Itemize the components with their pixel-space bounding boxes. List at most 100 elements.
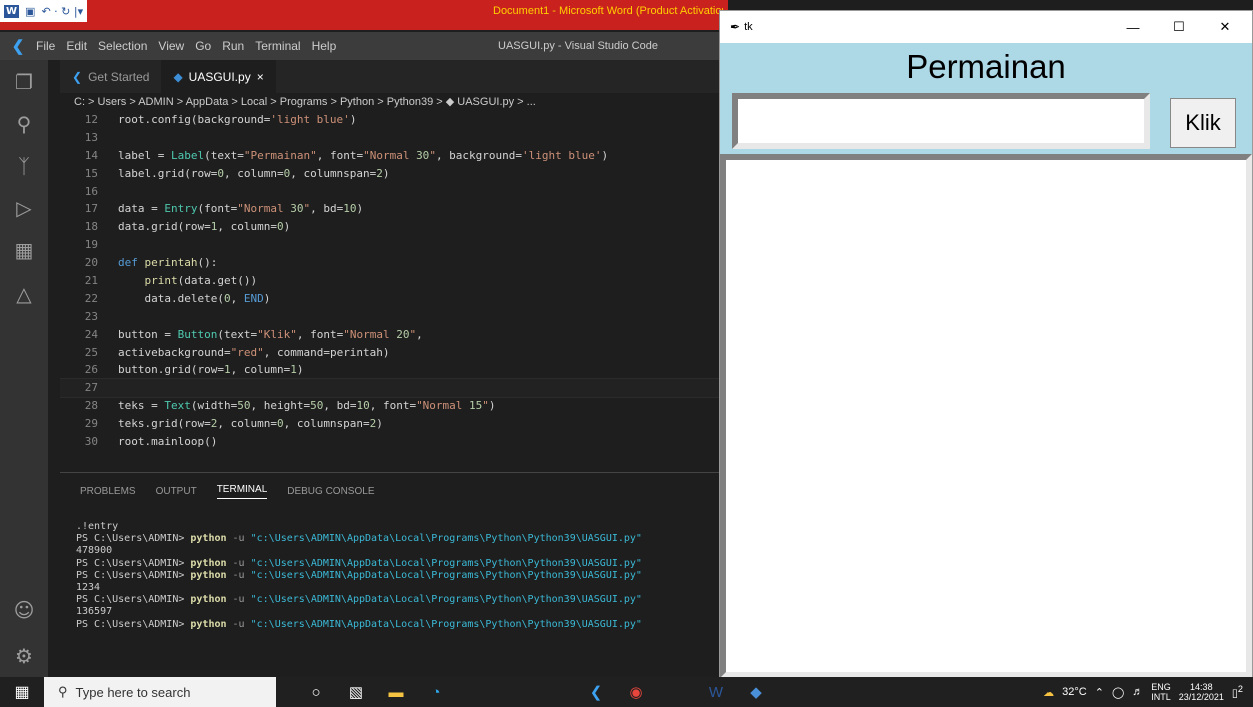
terminal-line: .!entry: [76, 521, 119, 532]
vscode-small-icon: ❮: [72, 69, 83, 84]
line-code: data.grid(row=1, column=0): [118, 220, 291, 234]
code-line[interactable]: 13: [60, 129, 728, 147]
panel-tab-problems[interactable]: PROBLEMS: [80, 486, 136, 497]
menu-view[interactable]: View: [158, 39, 184, 53]
extensions-icon[interactable]: ▦: [0, 228, 48, 272]
code-line[interactable]: 20 def perintah():: [60, 254, 728, 272]
code-line[interactable]: 30 root.mainloop(): [60, 433, 728, 451]
testing-icon[interactable]: △: [0, 272, 48, 316]
python-taskbar-icon[interactable]: ◆: [736, 683, 776, 701]
line-number: 30: [84, 435, 98, 449]
code-line[interactable]: 15 label.grid(row=0, column=0, columnspan…: [60, 165, 728, 183]
line-number: 24: [84, 327, 98, 341]
code-line[interactable]: 26 button.grid(row=1, column=1): [60, 361, 728, 379]
taskbar-search-input[interactable]: ⚲ Type here to search: [44, 677, 276, 707]
tab-uasgui-label: UASGUI.py: [188, 69, 251, 84]
line-number: 13: [84, 130, 98, 144]
clock-time: 14:38: [1190, 682, 1213, 692]
line-code: label.grid(row=0, column=0, columnspan=2…: [118, 166, 390, 180]
code-line[interactable]: 22 data.delete(0, END): [60, 290, 728, 308]
menu-terminal[interactable]: Terminal: [255, 39, 300, 53]
code-line[interactable]: 17 data = Entry(font="Normal 30", bd=10): [60, 200, 728, 218]
word-icon: W: [4, 4, 20, 18]
code-line[interactable]: 21 print(data.get()): [60, 272, 728, 290]
tk-feather-icon: ✒: [730, 20, 741, 34]
tk-text-area[interactable]: [720, 154, 1252, 678]
code-line[interactable]: 12 root.config(background='light blue'): [60, 111, 728, 129]
word-quick-access-toolbar[interactable]: W ▣ ↶ · ↻ |▾: [0, 0, 88, 22]
volume-icon[interactable]: ♬: [1132, 686, 1143, 698]
task-view-icon[interactable]: ▧: [336, 683, 376, 701]
tk-body: Permainan Klik: [720, 43, 1252, 678]
account-icon[interactable]: ☺: [0, 588, 48, 632]
clock[interactable]: 14:38 23/12/2021: [1179, 682, 1224, 702]
word-titlebar: W ▣ ↶ · ↻ |▾ Document1 - Microsoft Word …: [0, 0, 728, 30]
line-code: button = Button(text="Klik", font="Norma…: [118, 327, 423, 341]
network-icon[interactable]: ◯: [1112, 686, 1124, 699]
code-line[interactable]: 16: [60, 183, 728, 201]
line-number: 26: [84, 363, 98, 377]
tk-window: ✒ tk — ☐ ✕ Permainan Klik: [719, 10, 1253, 678]
code-line[interactable]: 27: [60, 378, 728, 399]
file-explorer-icon[interactable]: ▬: [376, 684, 416, 701]
tk-entry-input[interactable]: [732, 93, 1150, 149]
line-code: label = Label(text="Permainan", font="No…: [118, 148, 609, 162]
panel-tab-output[interactable]: OUTPUT: [156, 486, 197, 497]
menu-help[interactable]: Help: [312, 39, 337, 53]
terminal-output[interactable]: .!entry PS C:\Users\ADMIN> python -u "c:\…: [60, 509, 728, 631]
panel-tabs: PROBLEMS OUTPUT TERMINAL DEBUG CONSOLE: [60, 473, 728, 509]
run-debug-icon[interactable]: ▷: [0, 186, 48, 230]
source-control-icon[interactable]: ᛉ: [0, 144, 48, 188]
terminal-line: PS C:\Users\ADMIN> python -u "c:\Users\A…: [76, 557, 642, 569]
tab-get-started[interactable]: ❮ Get Started: [60, 60, 161, 93]
chrome-icon[interactable]: ◉: [616, 683, 656, 701]
bottom-panel: PROBLEMS OUTPUT TERMINAL DEBUG CONSOLE .…: [60, 472, 728, 677]
line-number: 12: [84, 113, 98, 126]
line-code: data.delete(0, END): [118, 291, 271, 305]
code-line[interactable]: 23: [60, 308, 728, 326]
search-icon[interactable]: ⚲: [0, 102, 48, 146]
code-line[interactable]: 19: [60, 236, 728, 254]
settings-gear-icon[interactable]: ⚙: [0, 634, 48, 678]
save-icon[interactable]: ▣: [25, 5, 35, 18]
edge-icon[interactable]: ◔: [416, 684, 456, 701]
terminal-line: PS C:\Users\ADMIN> python -u "c:\Users\A…: [76, 533, 642, 545]
cortana-icon[interactable]: ○: [296, 684, 336, 701]
menu-selection[interactable]: Selection: [98, 39, 147, 53]
menu-run[interactable]: Run: [222, 39, 244, 53]
menu-file[interactable]: File: [36, 39, 55, 53]
vscode-taskbar-icon[interactable]: ❮: [576, 683, 616, 701]
code-line[interactable]: 14 label = Label(text="Permainan", font="…: [60, 147, 728, 165]
line-code: data = Entry(font="Normal 30", bd=10): [118, 202, 364, 216]
word-taskbar-icon[interactable]: W: [696, 684, 736, 701]
tab-uasgui[interactable]: ◆ UASGUI.py ×: [161, 60, 276, 93]
vscode-titlebar: ❮ File Edit Selection View Go Run Termin…: [0, 32, 728, 60]
code-line[interactable]: 29 teks.grid(row=2, column=0, columnspan=…: [60, 415, 728, 433]
windows-start-icon[interactable]: ▦: [0, 682, 44, 702]
code-editor[interactable]: 12 root.config(background='light blue') 13…: [60, 111, 728, 471]
language-indicator[interactable]: ENG INTL: [1151, 682, 1171, 702]
minimize-icon[interactable]: —: [1110, 11, 1156, 43]
close-window-icon[interactable]: ✕: [1202, 11, 1248, 43]
show-hidden-icon[interactable]: ⌃: [1095, 686, 1104, 699]
code-line[interactable]: 25 activebackground="red", command=perint…: [60, 344, 728, 362]
klik-button[interactable]: Klik: [1170, 98, 1236, 148]
terminal-line: 478900: [76, 545, 113, 557]
menu-edit[interactable]: Edit: [66, 39, 87, 53]
panel-tab-debug-console[interactable]: DEBUG CONSOLE: [287, 486, 374, 497]
close-icon[interactable]: ×: [257, 70, 264, 84]
panel-tab-terminal[interactable]: TERMINAL: [216, 484, 268, 499]
code-line[interactable]: 18 data.grid(row=1, column=0): [60, 218, 728, 236]
weather-temp[interactable]: 32°C: [1062, 686, 1087, 698]
breadcrumb[interactable]: C: > Users > ADMIN > AppData > Local > P…: [60, 93, 728, 111]
search-placeholder: Type here to search: [75, 684, 191, 700]
menu-go[interactable]: Go: [195, 39, 211, 53]
notification-icon[interactable]: ▯2: [1232, 684, 1243, 700]
code-line[interactable]: 24 button = Button(text="Klik", font="Nor…: [60, 326, 728, 344]
line-number: 23: [84, 309, 98, 323]
line-number: 22: [84, 291, 98, 305]
maximize-icon[interactable]: ☐: [1156, 11, 1202, 43]
explorer-icon[interactable]: ❐: [0, 60, 48, 104]
word-qat-actions[interactable]: ↶ · ↻ |▾: [41, 5, 83, 18]
code-line[interactable]: 28 teks = Text(width=50, height=50, bd=10…: [60, 397, 728, 415]
